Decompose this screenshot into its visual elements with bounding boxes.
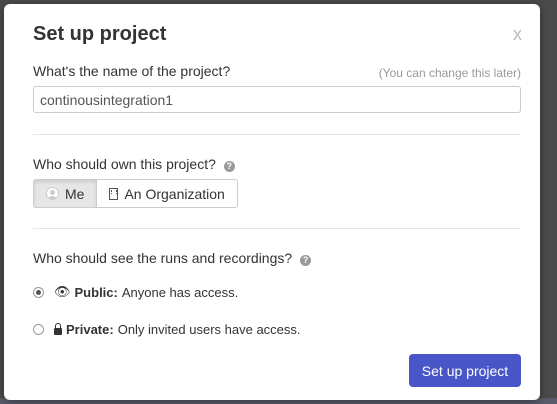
setup-project-button[interactable]: Set up project [409, 354, 521, 387]
project-name-label: What's the name of the project? [33, 63, 231, 79]
private-radio[interactable] [33, 324, 44, 335]
owner-organization-button[interactable]: An Organization [97, 179, 238, 208]
private-label: Private: [66, 322, 114, 337]
building-icon [109, 187, 119, 200]
visibility-public-option[interactable]: 👁 Public: Anyone has access. [33, 284, 238, 300]
project-name-input[interactable] [33, 86, 521, 113]
owner-organization-label: An Organization [124, 185, 225, 202]
visibility-private-option[interactable]: Private: Only invited users have access. [33, 322, 301, 337]
help-icon[interactable]: ? [300, 255, 312, 266]
eye-icon: 👁 [54, 284, 71, 299]
project-name-hint: (You can change this later) [378, 66, 521, 80]
visibility-question-text: Who should see the runs and recordings? [33, 250, 293, 266]
lock-icon [54, 322, 62, 335]
public-description: Anyone has access. [121, 284, 239, 300]
owner-question: Who should own this project? ? [33, 156, 235, 172]
modal-title: Set up project [33, 23, 167, 45]
owner-question-text: Who should own this project? [33, 156, 216, 172]
private-description: Only invited users have access. [117, 322, 301, 337]
public-radio[interactable] [33, 286, 44, 298]
owner-me-label: Me [65, 185, 85, 202]
divider [33, 134, 521, 135]
close-icon[interactable]: x [513, 24, 522, 45]
divider [33, 228, 521, 229]
public-label: Public: [74, 284, 118, 300]
owner-me-button[interactable]: Me [33, 179, 98, 208]
setup-project-modal: Set up project x What's the name of the … [4, 4, 540, 400]
user-icon [46, 187, 59, 200]
owner-button-group: Me An Organization [33, 179, 238, 208]
help-icon[interactable]: ? [223, 161, 235, 172]
visibility-question: Who should see the runs and recordings? … [33, 250, 312, 266]
